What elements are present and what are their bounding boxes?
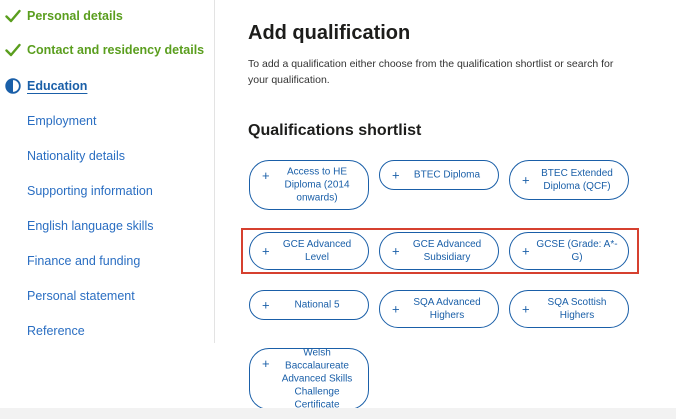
plus-icon: + <box>262 297 270 313</box>
sidebar-item-label: Personal details <box>27 9 123 23</box>
sidebar-item-label: Finance and funding <box>27 254 141 268</box>
intro-text: To add a qualification either choose fro… <box>248 58 614 86</box>
plus-icon: + <box>262 168 270 183</box>
plus-icon: + <box>262 356 270 371</box>
qualification-chip-access-to-he[interactable]: + Access to HE Diploma (2014 onwards) <box>249 160 369 210</box>
sidebar-item-label: Supporting information <box>27 184 153 198</box>
qualification-label: Access to HE Diploma (2014 onwards) <box>284 166 350 204</box>
qualification-chip-btec-extended-diploma[interactable]: + BTEC Extended Diploma (QCF) <box>509 160 629 200</box>
sidebar-item-contact-residency[interactable]: Contact and residency details <box>4 39 204 61</box>
qualification-label: BTEC Diploma <box>413 169 481 181</box>
qualification-label: SQA Scottish Highers <box>547 297 607 321</box>
check-icon <box>4 41 22 59</box>
qualification-label: BTEC Extended Diploma (QCF) <box>541 168 613 192</box>
sidebar-item-reference[interactable]: Reference <box>4 320 85 342</box>
sidebar-item-label: Education <box>27 79 88 93</box>
qualification-chip-btec-diploma[interactable]: + BTEC Diploma <box>379 160 499 190</box>
sidebar-item-label: Contact and residency details <box>27 43 205 57</box>
qualification-label: National 5 <box>294 299 340 311</box>
qualification-chip-sqa-scottish-highers[interactable]: + SQA Scottish Highers <box>509 290 629 328</box>
sidebar-item-personal-statement[interactable]: Personal statement <box>4 285 135 307</box>
qualification-chip-sqa-advanced-highers[interactable]: + SQA Advanced Highers <box>379 290 499 328</box>
plus-icon: + <box>522 172 530 188</box>
sidebar-item-nationality-details[interactable]: Nationality details <box>4 145 125 167</box>
shortlist-heading: Qualifications shortlist <box>248 122 422 139</box>
page-title: Add qualification <box>248 22 411 44</box>
check-icon <box>4 7 22 25</box>
qualification-label: SQA Advanced Highers <box>413 297 481 321</box>
progress-sidebar: Personal details Contact and residency d… <box>0 0 215 343</box>
sidebar-item-label: Reference <box>27 324 85 338</box>
qualification-chip-national-5[interactable]: + National 5 <box>249 290 369 320</box>
qualification-chip-welsh-baccalaureate[interactable]: + Welsh Baccalaureate Advanced Skills Ch… <box>249 347 369 411</box>
sidebar-item-english-language-skills[interactable]: English language skills <box>4 215 153 237</box>
plus-icon: + <box>392 301 400 317</box>
page-footer-band <box>0 408 676 419</box>
sidebar-item-label: Personal statement <box>27 289 135 303</box>
sidebar-item-personal-details[interactable]: Personal details <box>4 5 123 27</box>
sidebar-item-finance-and-funding[interactable]: Finance and funding <box>4 250 140 272</box>
highlight-box <box>241 228 639 274</box>
qualification-label: Welsh Baccalaureate Advanced Skills Chal… <box>281 347 353 411</box>
sidebar-item-label: Employment <box>27 114 97 128</box>
half-circle-icon <box>4 77 22 95</box>
sidebar-item-education[interactable]: Education <box>4 75 87 97</box>
plus-icon: + <box>392 167 400 183</box>
sidebar-item-label: Nationality details <box>27 149 125 163</box>
sidebar-item-label: English language skills <box>27 219 154 233</box>
sidebar-item-employment[interactable]: Employment <box>4 110 96 132</box>
plus-icon: + <box>522 301 530 317</box>
sidebar-item-supporting-information[interactable]: Supporting information <box>4 180 153 202</box>
